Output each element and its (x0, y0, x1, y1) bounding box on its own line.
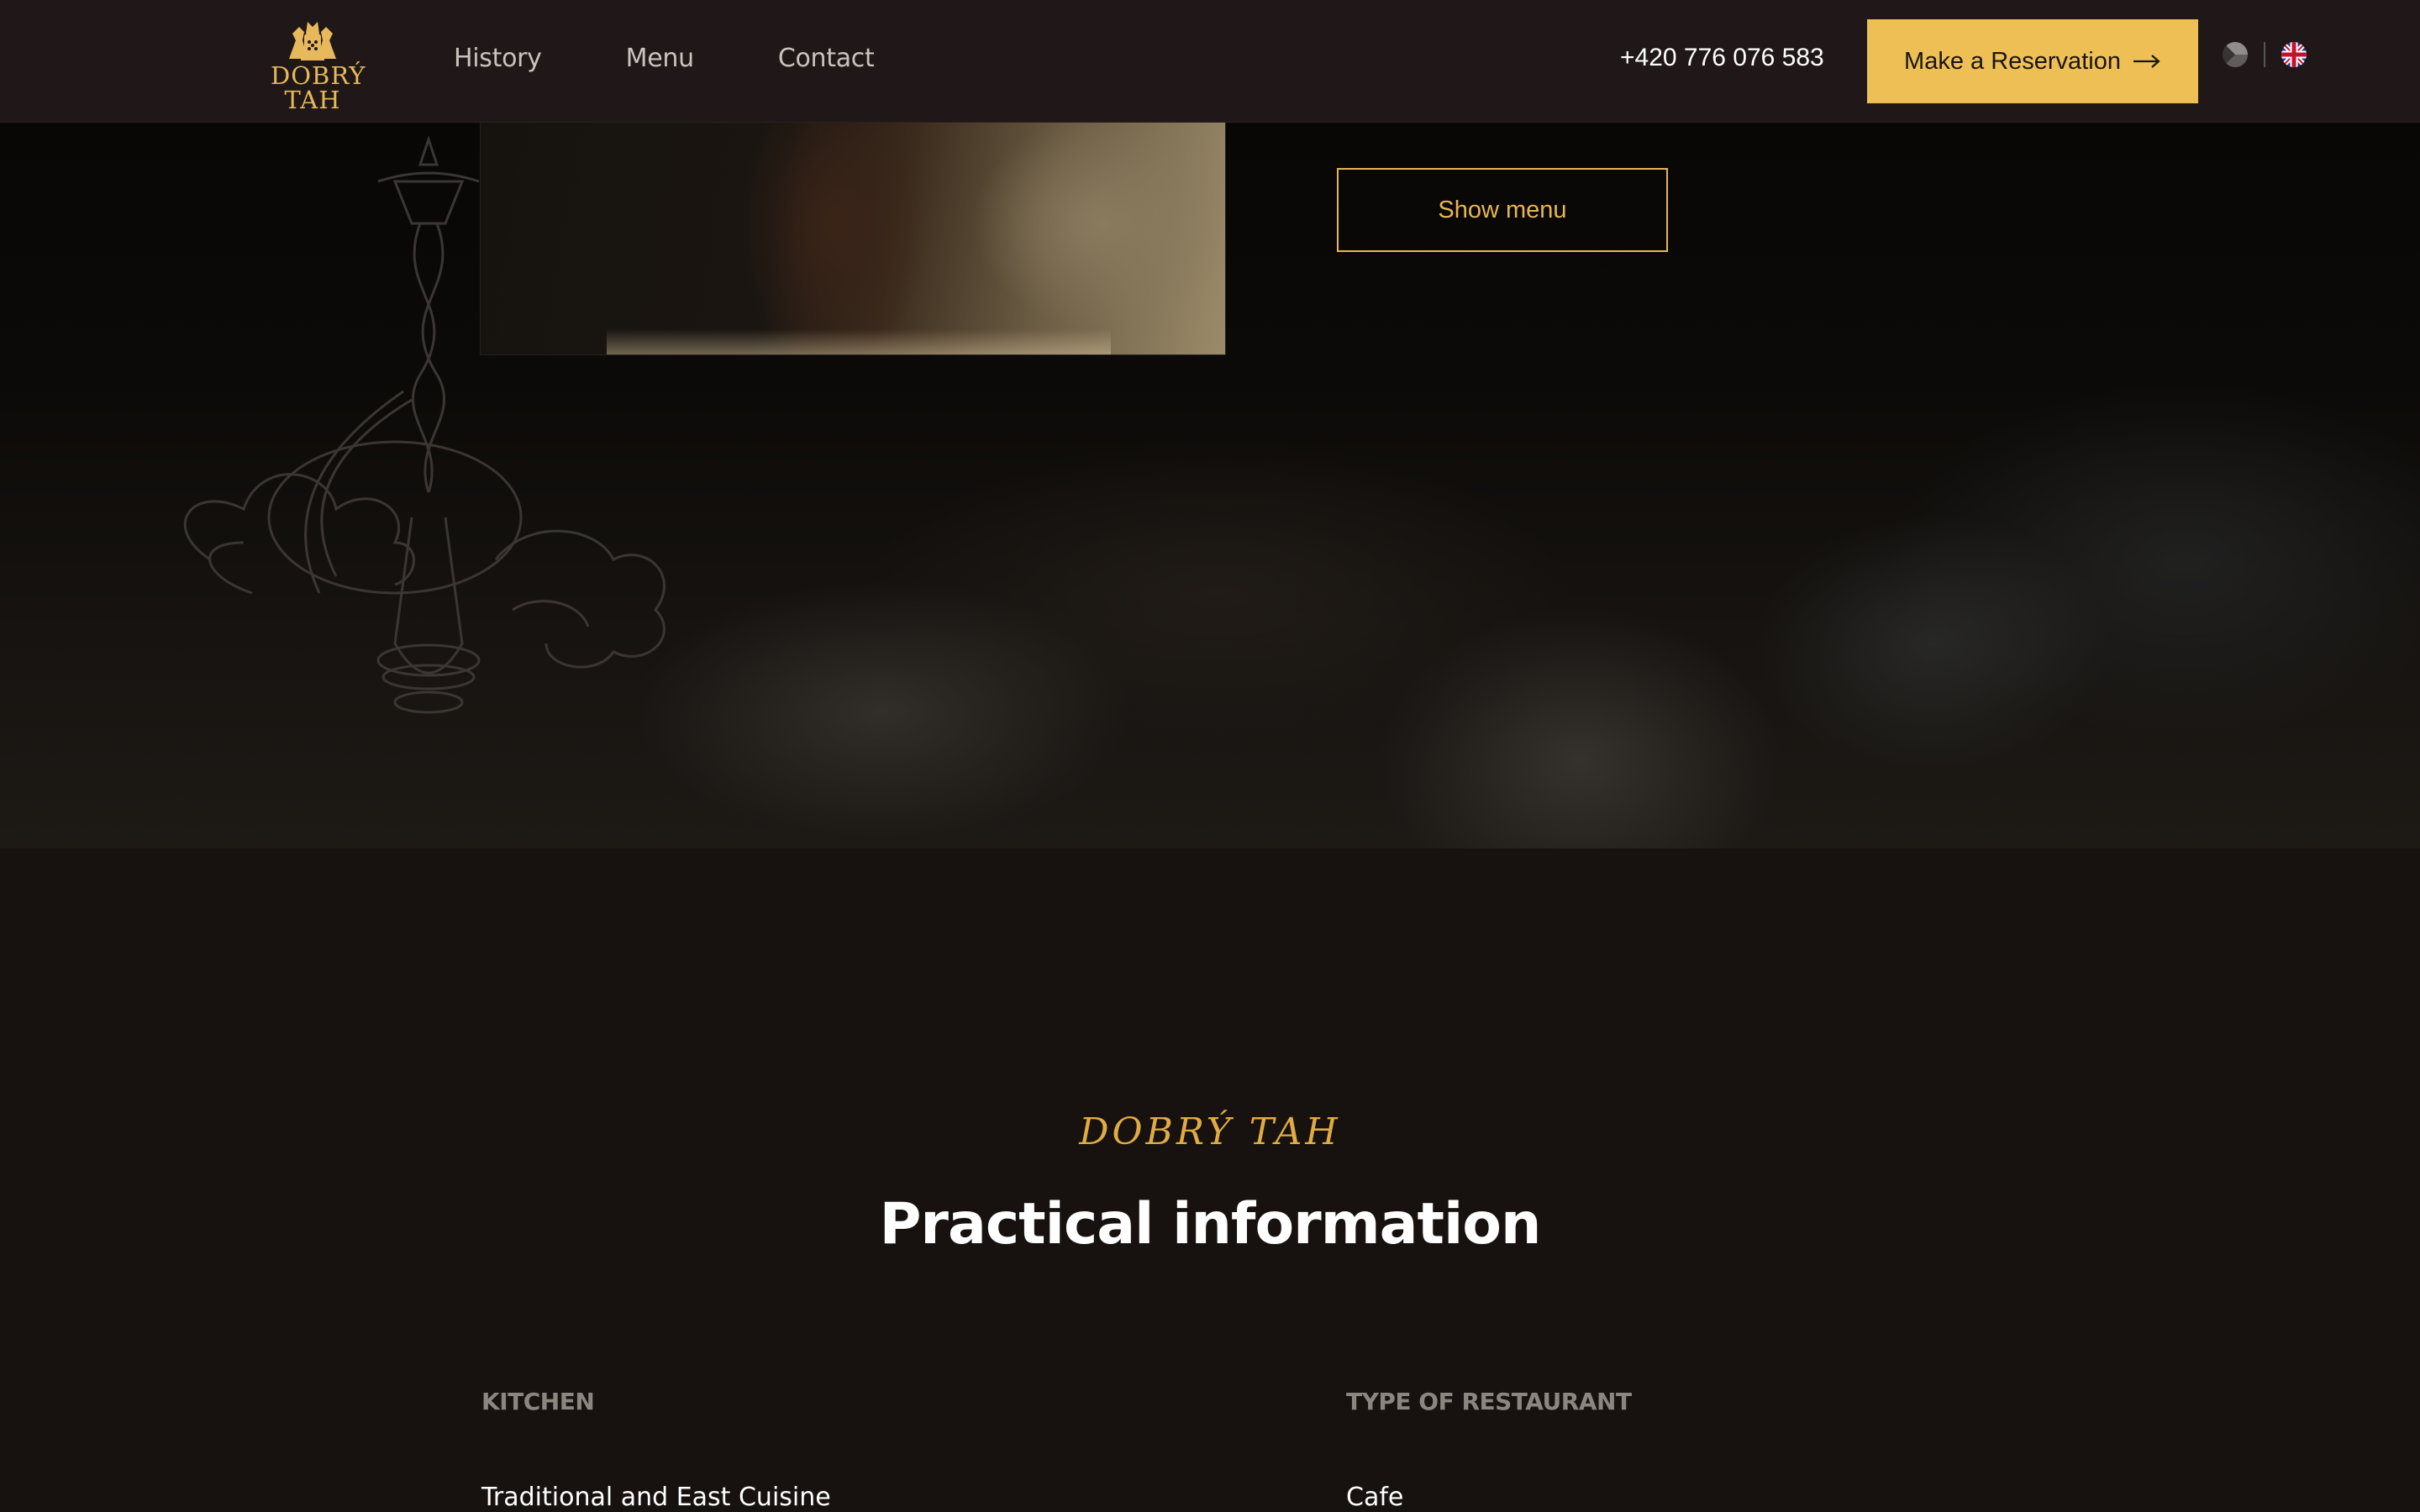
nav-menu[interactable]: Menu (626, 44, 694, 77)
czech-flag-icon[interactable] (2222, 41, 2249, 68)
hero-image (481, 123, 1225, 354)
info-kitchen: KITCHEN Traditional and East Cuisine (481, 1388, 831, 1512)
horse-knights-icon (289, 22, 336, 60)
reservation-label: Make a Reservation (1904, 47, 2121, 75)
nav-history[interactable]: History (454, 44, 542, 77)
hero-section: Show menu (0, 123, 2420, 848)
arrow-right-icon (2133, 55, 2160, 68)
language-separator (2264, 42, 2265, 67)
language-switcher (2222, 41, 2307, 68)
info-label: TYPE OF RESTAURANT (1346, 1388, 1632, 1415)
info-label: KITCHEN (481, 1388, 595, 1415)
logo[interactable]: DOBRÝ TAH (271, 15, 366, 114)
logo-text: DOBRÝ TAH (271, 61, 366, 114)
uk-flag-icon[interactable] (2281, 41, 2307, 68)
section-eyebrow: DOBRÝ TAH (1079, 1110, 1341, 1153)
site-header: DOBRÝ TAH History Menu Contact +420 776 … (0, 0, 2420, 123)
nav-contact[interactable]: Contact (778, 44, 875, 77)
phone-link[interactable]: +420 776 076 583 (1620, 44, 1824, 72)
logo-line-2: TAH (284, 86, 341, 114)
logo-line-1: DOBRÝ (271, 61, 366, 90)
show-menu-button[interactable]: Show menu (1337, 168, 1668, 252)
hero-image-highlight (607, 329, 1111, 354)
info-value: Traditional and East Cuisine (481, 1483, 831, 1512)
info-restaurant-type: TYPE OF RESTAURANT Cafe (1346, 1388, 1632, 1512)
make-reservation-button[interactable]: Make a Reservation (1867, 19, 2198, 103)
info-value: Cafe (1346, 1483, 1404, 1512)
section-title: Practical information (879, 1191, 1542, 1257)
main-nav: History Menu Contact (454, 44, 958, 77)
